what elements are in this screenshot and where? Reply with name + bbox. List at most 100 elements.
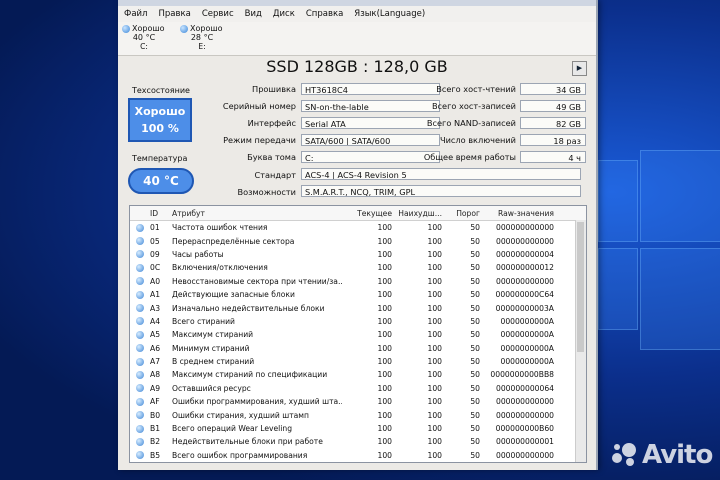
row-attribute: Изначально недействительные блоки: [172, 303, 325, 313]
row-worst: 100: [427, 343, 443, 353]
desktop-wallpaper: [590, 0, 720, 480]
menu-language[interactable]: Язык(Language): [354, 9, 425, 19]
row-worst: 100: [427, 410, 443, 420]
health-status-badge[interactable]: Хорошо 100 %: [128, 98, 192, 142]
wallpaper-pane: [640, 248, 720, 350]
column-header-threshold[interactable]: Порог: [442, 209, 480, 218]
menu-edit[interactable]: Правка: [158, 9, 190, 19]
row-raw: 000000000064: [496, 383, 554, 393]
table-row[interactable]: A4 Всего стираний 100 100 50 0000000000A: [130, 315, 586, 328]
table-row[interactable]: 01 Частота ошибок чтения 100 100 50 000000000…: [130, 221, 586, 234]
column-header-attribute[interactable]: Атрибут: [172, 209, 342, 218]
row-raw: 000000000000: [496, 410, 554, 420]
table-row[interactable]: B0 Ошибки стирания, худший штамп 100 100 50 0…: [130, 408, 586, 421]
status-dot-icon: [136, 411, 144, 420]
table-scrollbar[interactable]: [575, 220, 586, 462]
drive-tab-e[interactable]: Хорошо 28 °C E:: [180, 22, 238, 55]
row-attribute: Недействительные блоки при работе: [172, 437, 323, 447]
health-status: Хорошо: [134, 105, 186, 118]
row-attribute: Ошибки стирания, худший штамп: [172, 410, 309, 420]
menu-help[interactable]: Справка: [306, 9, 343, 19]
row-attribute: Всего стираний: [172, 316, 235, 326]
temperature-label: Температура: [132, 154, 188, 163]
table-row[interactable]: AF Ошибки программирования, худший шта...…: [130, 395, 586, 408]
status-dot-icon: [136, 250, 144, 259]
menu-view[interactable]: Вид: [245, 9, 262, 19]
row-raw: 0000000000A: [500, 357, 554, 367]
row-id: B2: [150, 437, 161, 447]
row-attribute: Всего операций Wear Leveling: [172, 424, 293, 434]
status-dot-icon: [136, 357, 144, 366]
table-row[interactable]: 09 Часы работы 100 100 50 000000000004: [130, 248, 586, 261]
status-dot-icon: [136, 370, 144, 379]
menu-bar: Файл Правка Сервис Вид Диск Справка Язык…: [118, 6, 596, 22]
standard-label: Стандарт: [254, 170, 296, 180]
row-raw: 000000000B60: [495, 424, 554, 434]
status-dot-icon: [180, 25, 188, 33]
row-raw: 000000000000: [496, 223, 554, 233]
row-current: 100: [377, 276, 393, 286]
transfer-mode-label: Режим передачи: [223, 135, 296, 145]
row-attribute: Всего ошибок программирования: [172, 450, 308, 460]
temperature-badge[interactable]: 40 °C: [128, 168, 194, 194]
column-header-current[interactable]: Текущее: [342, 209, 392, 218]
table-row[interactable]: A3 Изначально недействительные блоки 100 10…: [130, 301, 586, 314]
table-row[interactable]: B5 Всего ошибок программирования 100 100 50 0…: [130, 449, 586, 462]
disk-model-title: SSD 128GB : 128,0 GB: [266, 57, 448, 76]
menu-disk[interactable]: Диск: [273, 9, 295, 19]
next-disk-button[interactable]: ▶: [572, 61, 587, 76]
avito-logo-icon: [612, 441, 638, 467]
row-attribute: Максимум стираний по спецификации: [172, 370, 328, 380]
status-dot-icon: [136, 397, 144, 406]
menu-file[interactable]: Файл: [124, 9, 147, 19]
row-attribute: Невосстановимые сектора при чтении/за...: [172, 276, 342, 286]
row-threshold: 50: [470, 316, 480, 326]
row-id: A5: [150, 330, 161, 340]
row-current: 100: [377, 249, 393, 259]
host-reads-label: Всего хост-чтений: [436, 84, 516, 94]
row-current: 100: [377, 316, 393, 326]
status-dot-icon: [122, 25, 130, 33]
row-worst: 100: [427, 236, 443, 246]
menu-service[interactable]: Сервис: [202, 9, 234, 19]
scrollbar-thumb[interactable]: [577, 222, 584, 352]
status-dot-icon: [136, 384, 144, 393]
wallpaper-pane: [598, 160, 638, 242]
table-row[interactable]: A6 Минимум стираний 100 100 50 0000000000A: [130, 342, 586, 355]
column-header-raw[interactable]: Raw-значения: [480, 209, 554, 218]
crystaldiskinfo-window: Файл Правка Сервис Вид Диск Справка Язык…: [118, 0, 598, 470]
column-header-id[interactable]: ID: [150, 209, 172, 218]
table-row[interactable]: 0C Включения/отключения 100 100 50 0000000000…: [130, 261, 586, 274]
table-row[interactable]: 05 Перераспределённые сектора 100 100 50 0000…: [130, 234, 586, 247]
smart-attributes-table[interactable]: ID Атрибут Текущее Наихудш... Порог Raw-…: [129, 205, 587, 463]
row-raw: 0000000000A: [500, 343, 554, 353]
drive-tab-c[interactable]: Хорошо 40 °C C:: [122, 22, 180, 55]
table-row[interactable]: A8 Максимум стираний по спецификации 100 10…: [130, 368, 586, 381]
row-attribute: Частота ошибок чтения: [172, 223, 268, 233]
row-worst: 100: [427, 370, 443, 380]
table-row[interactable]: A0 Невосстановимые сектора при чтении/за.…: [130, 275, 586, 288]
row-id: 01: [150, 223, 160, 233]
status-dot-icon: [136, 223, 144, 232]
row-id: A4: [150, 316, 161, 326]
table-row[interactable]: B2 Недействительные блоки при работе 100 10…: [130, 435, 586, 448]
row-worst: 100: [427, 290, 443, 300]
table-row[interactable]: A1 Действующие запасные блоки 100 100 50 0000…: [130, 288, 586, 301]
row-current: 100: [377, 410, 393, 420]
table-row[interactable]: B1 Всего операций Wear Leveling 100 100 50 00…: [130, 422, 586, 435]
row-attribute: Действующие запасные блоки: [172, 290, 295, 300]
status-dot-icon: [136, 290, 144, 299]
interface-label: Интерфейс: [247, 118, 296, 128]
row-threshold: 50: [470, 249, 480, 259]
table-row[interactable]: A7 В среднем стираний 100 100 50 0000000000A: [130, 355, 586, 368]
row-worst: 100: [427, 249, 443, 259]
row-threshold: 50: [470, 410, 480, 420]
status-dot-icon: [136, 424, 144, 433]
row-id: A8: [150, 370, 161, 380]
table-row[interactable]: A9 Оставшийся ресурс 100 100 50 000000000064: [130, 382, 586, 395]
row-worst: 100: [427, 383, 443, 393]
column-header-worst[interactable]: Наихудш...: [392, 209, 442, 218]
row-threshold: 50: [470, 343, 480, 353]
table-row[interactable]: A5 Максимум стираний 100 100 50 0000000000A: [130, 328, 586, 341]
row-current: 100: [377, 343, 393, 353]
